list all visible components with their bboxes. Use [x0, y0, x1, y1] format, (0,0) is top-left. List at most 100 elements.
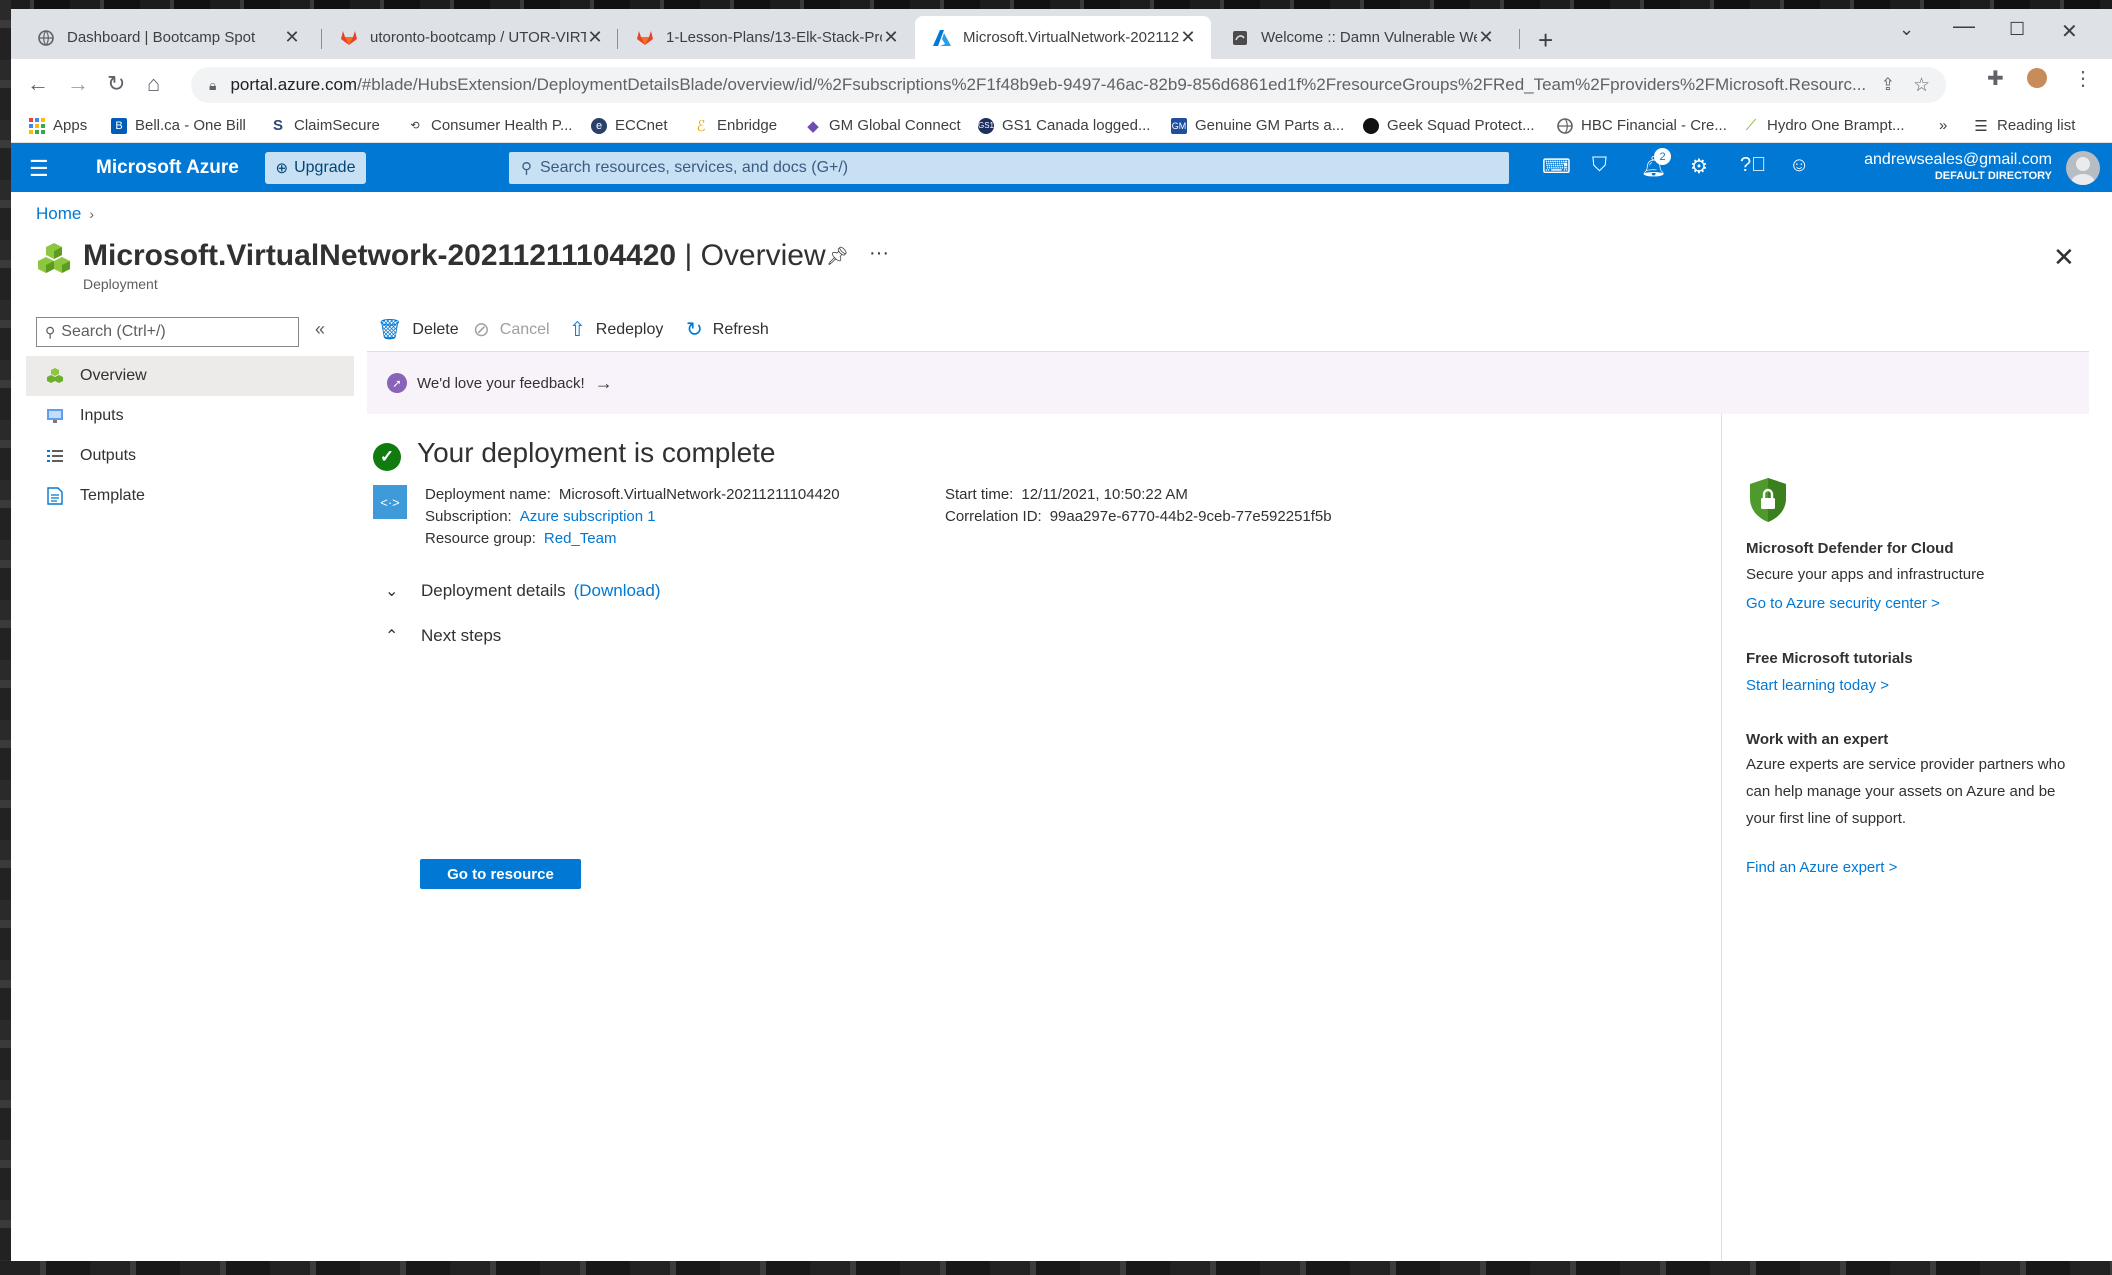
breadcrumb-home[interactable]: Home	[36, 204, 81, 223]
menu-dots-icon[interactable]: ⋮	[2073, 66, 2093, 91]
deployment-status-title: Your deployment is complete	[417, 437, 776, 468]
star-icon[interactable]: ☆	[1913, 74, 1930, 97]
success-check-icon: ✓	[373, 443, 401, 471]
dvwa-icon	[1231, 29, 1249, 47]
new-tab-icon[interactable]: +	[1538, 25, 1553, 56]
home-icon[interactable]: ⌂	[147, 71, 160, 97]
more-options-icon[interactable]: ···	[869, 242, 889, 265]
bookmark-geek-squad[interactable]: Geek Squad Protect...	[1363, 117, 1535, 134]
maximize-icon[interactable]: ☐	[2009, 19, 2025, 40]
browser-toolbar: ← → ↻ ⌂ 🔒︎ portal.azure.com/#blade/HubsE…	[11, 59, 2112, 111]
pin-icon[interactable]: 📌︎	[826, 246, 849, 267]
start-learning-link[interactable]: Start learning today >	[1746, 677, 1889, 694]
menu-item-inputs[interactable]: Inputs	[26, 396, 354, 436]
feedback-icon[interactable]: ☺	[1789, 154, 1809, 177]
reload-icon[interactable]: ↻	[107, 71, 125, 97]
defender-title: Microsoft Defender for Cloud	[1746, 540, 1954, 557]
bookmarks-overflow[interactable]: »	[1939, 117, 1947, 134]
close-tab-icon[interactable]: ✕	[586, 27, 604, 48]
back-icon[interactable]: ←	[27, 71, 49, 97]
go-to-resource-button[interactable]: Go to resource	[420, 859, 581, 889]
desktop-background-bottom	[0, 1261, 2112, 1275]
expert-text: Azure experts are service provider partn…	[1746, 756, 2066, 827]
bookmark-gm-parts[interactable]: GM Genuine GM Parts a...	[1171, 117, 1344, 134]
download-link[interactable]: (Download)	[574, 581, 661, 601]
tab-separator	[1519, 29, 1520, 49]
tab-dvwa[interactable]: Welcome :: Damn Vulnerable Web ✕	[1213, 16, 1509, 59]
minimize-icon[interactable]: —	[1953, 13, 1975, 39]
close-window-icon[interactable]: ✕	[2061, 19, 2078, 44]
help-icon[interactable]: ?⃝	[1740, 154, 1766, 177]
next-steps-toggle[interactable]: ⌃ Next steps	[385, 626, 501, 646]
gm-logo-icon: GM	[1171, 117, 1187, 134]
delete-button[interactable]: 🗑︎ Delete	[377, 317, 459, 342]
account-directory: DEFAULT DIRECTORY	[1934, 170, 2052, 182]
account-email: andrewseales@gmail.com	[1864, 151, 2052, 168]
upload-icon: ⇧	[569, 319, 586, 341]
bookmark-gs1[interactable]: GS1 GS1 Canada logged...	[978, 117, 1150, 134]
cancel-button[interactable]: ⊘ Cancel	[473, 317, 550, 342]
bookmark-gm-global[interactable]: ◆ GM Global Connect	[805, 117, 961, 135]
bookmark-apps[interactable]: Apps	[29, 117, 87, 134]
resource-group-link[interactable]: Red_Team	[544, 530, 617, 547]
bookmark-hbc[interactable]: HBC Financial - Cre...	[1557, 117, 1727, 134]
claimsecure-icon: S	[272, 117, 283, 134]
defender-text: Secure your apps and infrastructure	[1746, 566, 1985, 583]
deployment-details-toggle[interactable]: ⌄ Deployment details (Download)	[385, 581, 661, 601]
desktop-background-left	[0, 0, 11, 1275]
bookmark-consumer-health[interactable]: ⟲ Consumer Health P...	[407, 117, 572, 134]
cloud-shell-icon[interactable]: ⌨	[1542, 154, 1571, 179]
subscription-link[interactable]: Azure subscription 1	[520, 508, 656, 525]
bookmark-enbridge[interactable]: ℰ Enbridge	[693, 117, 777, 135]
consumer-health-icon: ⟲	[410, 120, 420, 132]
feedback-banner[interactable]: ➚ We'd love your feedback! →	[367, 352, 2089, 414]
global-search-input[interactable]: ⚲ Search resources, services, and docs (…	[509, 152, 1509, 184]
close-tab-icon[interactable]: ✕	[1477, 27, 1495, 48]
close-blade-icon[interactable]: ✕	[2053, 242, 2075, 273]
address-bar[interactable]: 🔒︎ portal.azure.com/#blade/HubsExtension…	[191, 67, 1946, 103]
upgrade-button[interactable]: ⊕ Upgrade	[265, 152, 366, 184]
tab-utor-virt[interactable]: utoronto-bootcamp / UTOR-VIRT ✕	[322, 16, 618, 59]
profile-avatar[interactable]	[2027, 68, 2047, 88]
directory-filter-icon[interactable]: ⛉	[1592, 154, 1607, 177]
bookmark-claimsecure[interactable]: S ClaimSecure	[270, 117, 380, 134]
close-tab-icon[interactable]: ✕	[283, 27, 301, 48]
tab-title: 1-Lesson-Plans/13-Elk-Stack-Proj	[666, 29, 882, 46]
tab-bootcamp[interactable]: Dashboard | Bootcamp Spot ✕	[19, 16, 315, 59]
extensions-icon[interactable]: ✚	[1987, 66, 2004, 91]
close-tab-icon[interactable]: ✕	[882, 27, 900, 48]
bell-logo-icon: B	[111, 117, 127, 134]
collapse-menu-icon[interactable]: «	[315, 319, 325, 340]
expert-title: Work with an expert	[1746, 731, 1889, 748]
bookmarks-bar: Apps B Bell.ca - One Bill S ClaimSecure …	[11, 111, 2112, 143]
notification-badge: 2	[1654, 148, 1671, 165]
share-icon[interactable]: ⇪	[1881, 75, 1895, 95]
close-tab-icon[interactable]: ✕	[1179, 27, 1197, 48]
tab-search-icon[interactable]: ⌄	[1899, 19, 1914, 40]
redeploy-button[interactable]: ⇧ Redeploy	[569, 317, 663, 342]
menu-item-overview[interactable]: Overview	[26, 356, 354, 396]
bookmark-bell[interactable]: B Bell.ca - One Bill	[111, 117, 246, 134]
security-center-link[interactable]: Go to Azure security center >	[1746, 595, 1940, 612]
tab-lesson-plans[interactable]: 1-Lesson-Plans/13-Elk-Stack-Proj ✕	[618, 16, 914, 59]
azure-brand[interactable]: Microsoft Azure	[96, 157, 239, 179]
settings-gear-icon[interactable]: ⚙	[1690, 154, 1708, 179]
start-time-row: Start time: 12/11/2021, 10:50:22 AM	[945, 486, 1188, 503]
bookmark-eccnet[interactable]: e ECCnet	[591, 117, 668, 134]
defender-shield-icon	[1746, 476, 1790, 524]
reading-list[interactable]: ☰ Reading list	[1973, 117, 2075, 135]
menu-search-input[interactable]: ⚲ Search (Ctrl+/)	[36, 317, 299, 347]
tab-azure-deployment[interactable]: Microsoft.VirtualNetwork-20211211104420 …	[915, 16, 1211, 59]
bookmark-hydro-one[interactable]: ⟋ Hydro One Brampt...	[1743, 117, 1905, 134]
globe-icon	[1557, 117, 1573, 134]
account-avatar[interactable]	[2066, 151, 2100, 185]
account-menu[interactable]: andrewseales@gmail.com DEFAULT DIRECTORY	[1864, 151, 2052, 182]
hamburger-menu-icon[interactable]: ☰	[29, 156, 49, 182]
overview-cubes-icon	[46, 367, 64, 385]
forward-icon[interactable]: →	[67, 71, 89, 97]
lock-icon: 🔒︎	[209, 76, 217, 93]
menu-item-template[interactable]: Template	[26, 476, 354, 516]
find-expert-link[interactable]: Find an Azure expert >	[1746, 859, 1897, 876]
refresh-button[interactable]: ↻ Refresh	[686, 317, 769, 342]
menu-item-outputs[interactable]: Outputs	[26, 436, 354, 476]
